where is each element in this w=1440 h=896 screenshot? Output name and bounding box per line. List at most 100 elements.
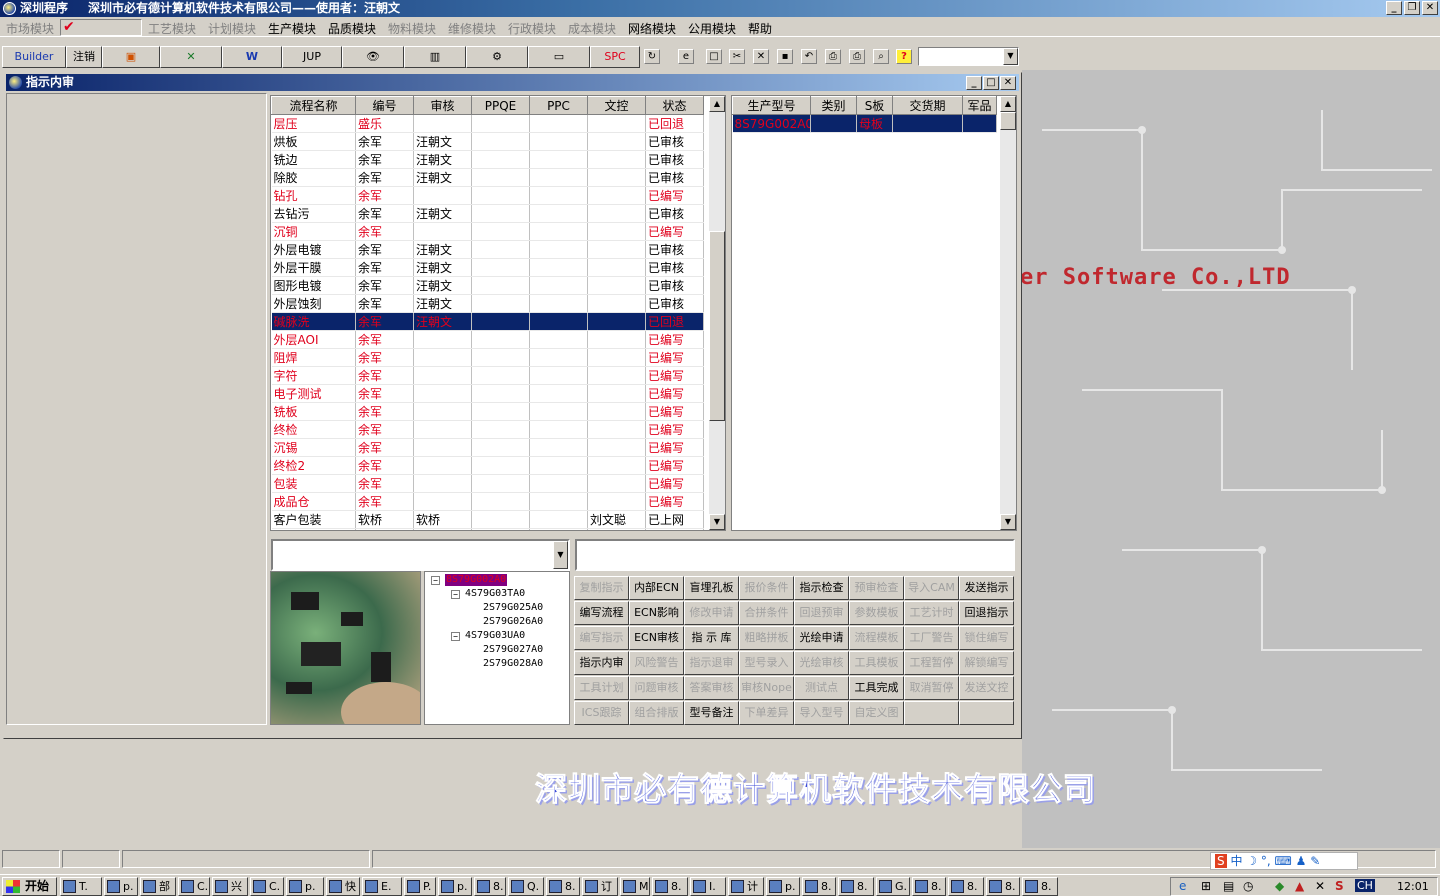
process-cell[interactable] <box>471 222 530 241</box>
process-column-header[interactable]: 状态 <box>645 96 704 115</box>
excel-button[interactable]: ✕ <box>160 46 222 68</box>
action-button[interactable]: 风险警告 <box>629 651 684 675</box>
menu-item[interactable]: 维修模块 <box>448 20 496 37</box>
process-column-header[interactable]: 文控 <box>587 96 646 115</box>
process-cell[interactable]: 客户包装 <box>271 510 356 529</box>
model-grid[interactable]: 生产型号 类别 S板 交货期 军品 8S79G002A0 母板 ▲ ▼ <box>731 95 1017 531</box>
process-cell[interactable] <box>587 438 646 457</box>
process-row[interactable]: 外层电镀 余军 汪朝文 已审核 <box>271 240 704 259</box>
process-cell[interactable]: 汪朝文 <box>413 240 472 259</box>
model-cell[interactable]: 母板 <box>856 114 893 133</box>
process-cell[interactable]: 已审核 <box>645 204 704 223</box>
process-cell[interactable]: 已审核 <box>645 168 704 187</box>
action-button[interactable]: 工具模板 <box>849 651 904 675</box>
process-cell[interactable] <box>529 240 588 259</box>
taskbar-item[interactable]: 8. <box>986 877 1020 896</box>
action-button[interactable]: 合拼条件 <box>739 601 794 625</box>
process-row[interactable]: 沉锡 余军 已编写 <box>271 438 704 457</box>
app-tray-icon-3[interactable]: ✕ <box>1315 879 1325 893</box>
ime-bar[interactable]: S 中 ☽ °, ⌨ ♟ ✎ <box>1210 852 1358 870</box>
taskbar-item[interactable]: 8. <box>1022 877 1058 896</box>
process-cell[interactable]: 软桥 <box>355 510 414 529</box>
process-cell[interactable]: 汪朝文 <box>413 312 472 331</box>
process-cell[interactable] <box>471 114 530 133</box>
menu-item[interactable]: 工艺模块 <box>148 20 196 37</box>
action-button[interactable]: 复制指示 <box>574 576 629 600</box>
process-cell[interactable] <box>471 438 530 457</box>
logout-button[interactable]: 注销 <box>66 46 102 68</box>
process-cell[interactable]: 终检 <box>271 420 356 439</box>
scroll-down-arrow[interactable]: ▼ <box>709 514 725 530</box>
process-cell[interactable] <box>529 510 588 529</box>
menu-item[interactable]: 物料模块 <box>388 20 436 37</box>
ppt-button[interactable]: ▣ <box>102 46 160 68</box>
action-button[interactable]: ICS跟踪 <box>574 701 629 725</box>
model-column-header[interactable]: 交货期 <box>892 96 963 115</box>
model-column-header[interactable]: 军品 <box>962 96 997 115</box>
process-cell[interactable] <box>529 366 588 385</box>
scroll-up-arrow[interactable]: ▲ <box>709 96 725 112</box>
process-cell[interactable]: 余军 <box>355 312 414 331</box>
process-row[interactable]: 铣板 余军 已编写 <box>271 402 704 421</box>
taskbar-item[interactable]: 8. <box>546 877 580 896</box>
process-cell[interactable] <box>471 312 530 331</box>
process-cell[interactable] <box>471 204 530 223</box>
process-column-header[interactable]: PPQE <box>471 96 530 115</box>
child-minimize-button[interactable]: _ <box>966 76 982 90</box>
action-button[interactable] <box>904 701 959 725</box>
process-cell[interactable]: 已审核 <box>645 294 704 313</box>
process-cell[interactable] <box>529 204 588 223</box>
taskbar-item[interactable]: I. <box>690 877 726 896</box>
process-cell[interactable]: 已编写 <box>645 420 704 439</box>
process-cell[interactable]: 外层电镀 <box>271 240 356 259</box>
process-cell[interactable] <box>529 402 588 421</box>
process-cell[interactable]: 层压 <box>271 114 356 133</box>
check-icon[interactable]: ✔ <box>60 19 142 36</box>
ie-icon[interactable]: e <box>678 49 694 64</box>
process-row[interactable]: 图形电镀 余军 汪朝文 已审核 <box>271 276 704 295</box>
action-button[interactable]: 工具计划 <box>574 676 629 700</box>
process-cell[interactable] <box>471 276 530 295</box>
process-cell[interactable]: 阻焊 <box>271 348 356 367</box>
process-cell[interactable] <box>587 366 646 385</box>
taskbar-item[interactable]: E. <box>362 877 402 896</box>
process-cell[interactable]: 余军 <box>355 348 414 367</box>
process-row[interactable]: 沉铜 余军 已编写 <box>271 222 704 241</box>
sogou-tray-icon[interactable]: S <box>1335 879 1344 893</box>
process-cell[interactable] <box>471 456 530 475</box>
process-cell[interactable] <box>587 132 646 151</box>
process-cell[interactable] <box>529 330 588 349</box>
action-button[interactable]: 答案审核 <box>684 676 739 700</box>
action-button[interactable]: 光绘申请 <box>794 626 849 650</box>
process-row[interactable]: 终检 余军 已编写 <box>271 420 704 439</box>
process-cell[interactable]: 已上网 <box>645 510 704 529</box>
taskbar-item[interactable]: 计 <box>728 877 764 896</box>
action-button[interactable]: 解锁编写 <box>959 651 1014 675</box>
process-cell[interactable]: 已编写 <box>645 492 704 511</box>
process-cell[interactable]: 成品仓 <box>271 492 356 511</box>
tree-node[interactable]: 4S79G03UA0 <box>465 630 525 642</box>
menu-item[interactable]: 生产模块 <box>268 20 316 37</box>
child-close-button[interactable]: ✕ <box>1000 76 1016 90</box>
process-cell[interactable]: 余军 <box>355 294 414 313</box>
process-cell[interactable]: 外层干膜 <box>271 258 356 277</box>
refresh-icon[interactable]: ↻ <box>644 49 660 64</box>
action-button[interactable]: 发送指示 <box>959 576 1014 600</box>
process-column-header[interactable]: 审核 <box>413 96 472 115</box>
taskbar-item[interactable]: 兴 <box>212 877 248 896</box>
eye-button[interactable]: 👁 <box>342 46 404 68</box>
process-cell[interactable]: 余军 <box>355 402 414 421</box>
process-cell[interactable] <box>471 258 530 277</box>
delete-icon[interactable]: ✕ <box>753 49 769 64</box>
taskbar-item[interactable]: 8. <box>652 877 688 896</box>
process-cell[interactable] <box>471 402 530 421</box>
jup-button[interactable]: JUP <box>282 46 342 68</box>
process-row[interactable]: 铣边 余军 汪朝文 已审核 <box>271 150 704 169</box>
process-cell[interactable]: 余军 <box>355 150 414 169</box>
process-row[interactable]: 层压 盛乐 已回退 <box>271 114 704 133</box>
clock-tray-icon[interactable]: ◷ <box>1243 879 1253 893</box>
process-cell[interactable]: 余军 <box>355 240 414 259</box>
process-cell[interactable] <box>413 492 472 511</box>
process-cell[interactable] <box>587 384 646 403</box>
spc-button[interactable]: SPC <box>590 46 640 68</box>
